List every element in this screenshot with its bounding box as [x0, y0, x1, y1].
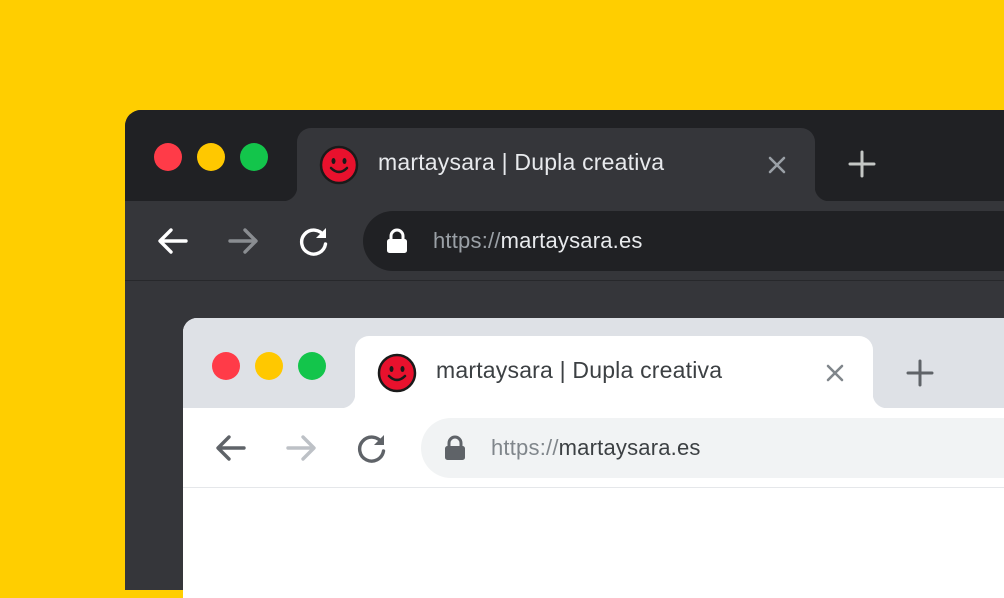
maximize-window-button[interactable]	[298, 352, 326, 380]
tab-active[interactable]: martaysara | Dupla creativa	[283, 128, 829, 201]
url-scheme: https://	[433, 228, 501, 253]
tab-strip: martaysara | Dupla creativa	[183, 318, 1004, 408]
toolbar: https://martaysara.es	[183, 408, 1004, 488]
maximize-window-button[interactable]	[240, 143, 268, 171]
reload-icon[interactable]	[353, 430, 389, 466]
back-arrow-icon[interactable]	[213, 430, 249, 466]
address-bar[interactable]: https://martaysara.es	[421, 418, 1004, 478]
smiley-face-icon	[319, 145, 359, 185]
url-text: https://martaysara.es	[491, 435, 701, 461]
plus-icon[interactable]	[847, 149, 877, 179]
minimize-window-button[interactable]	[255, 352, 283, 380]
smiley-face-icon	[377, 353, 417, 393]
close-window-button[interactable]	[154, 143, 182, 171]
close-icon[interactable]	[767, 155, 787, 175]
address-bar[interactable]: https://martaysara.es	[363, 211, 1004, 271]
lock-icon	[387, 228, 407, 253]
url-text: https://martaysara.es	[433, 228, 643, 254]
tab-title: martaysara | Dupla creativa	[378, 149, 665, 175]
reload-icon[interactable]	[295, 223, 331, 259]
window-controls	[154, 143, 283, 171]
forward-arrow-icon[interactable]	[283, 430, 319, 466]
toolbar: https://martaysara.es	[125, 201, 1004, 281]
forward-arrow-icon[interactable]	[225, 223, 261, 259]
plus-icon[interactable]	[905, 358, 935, 388]
back-arrow-icon[interactable]	[155, 223, 191, 259]
minimize-window-button[interactable]	[197, 143, 225, 171]
tab-title: martaysara | Dupla creativa	[436, 357, 723, 383]
tab-active[interactable]: martaysara | Dupla creativa	[341, 336, 887, 408]
close-icon[interactable]	[825, 363, 845, 383]
window-controls	[212, 352, 341, 380]
tab-strip: martaysara | Dupla creativa	[125, 110, 1004, 201]
lock-icon	[445, 435, 465, 460]
url-host: martaysara.es	[500, 228, 643, 253]
light-browser-window: martaysara | Dupla creativa https://mart…	[183, 318, 1004, 598]
url-scheme: https://	[491, 435, 559, 460]
close-window-button[interactable]	[212, 352, 240, 380]
url-host: martaysara.es	[558, 435, 701, 460]
